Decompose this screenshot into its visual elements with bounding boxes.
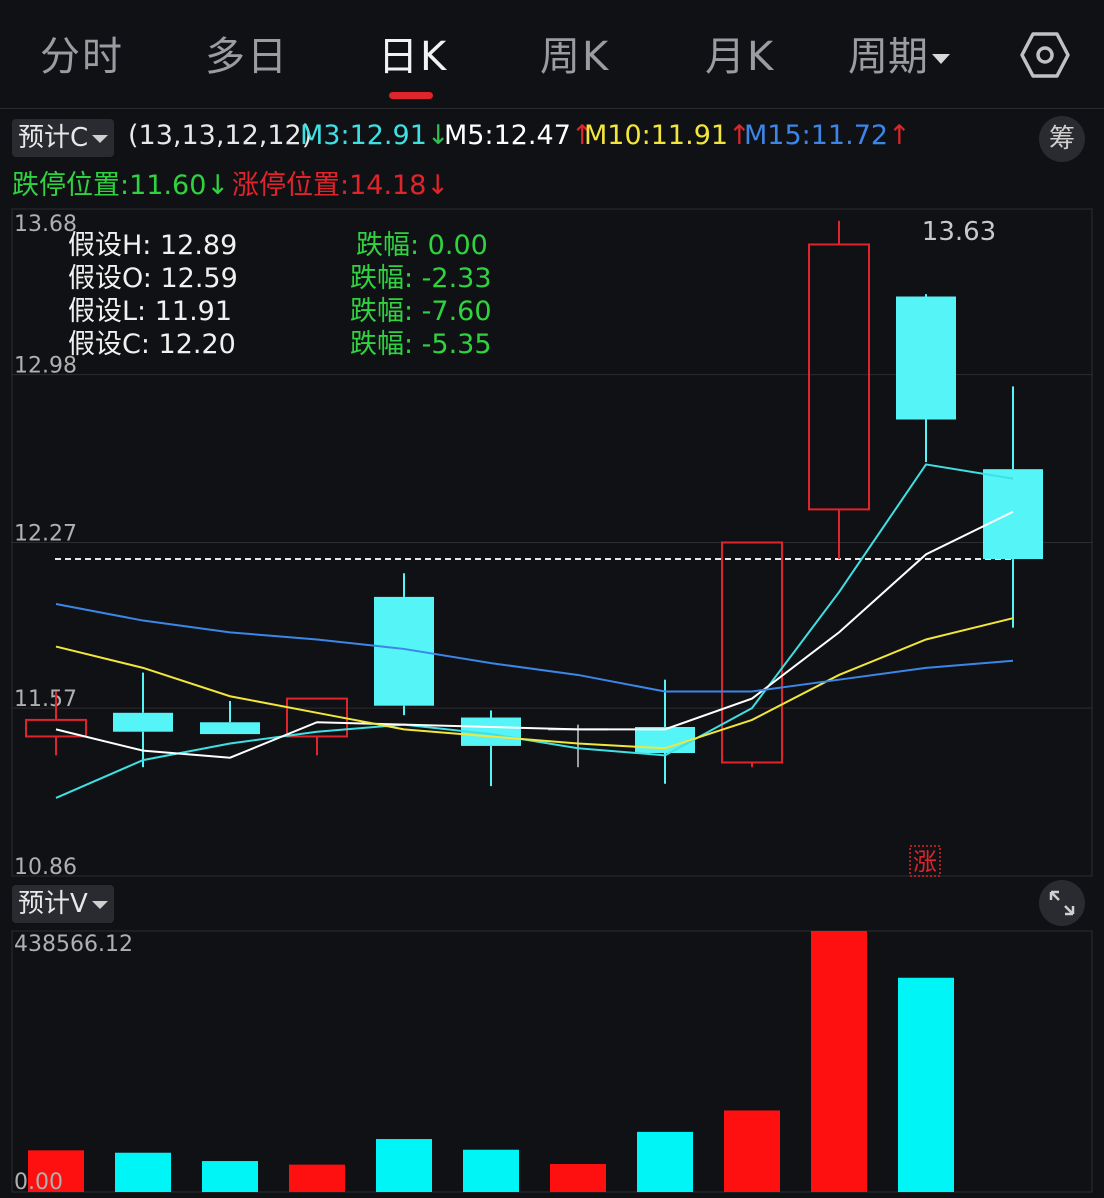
max-price-label: 13.63 [922,217,996,247]
candle-body[interactable] [808,243,870,511]
volume-bar[interactable] [637,1131,693,1192]
volume-tick-label: 0.00 [14,1170,63,1195]
volume-indicator-label: 预计V [18,889,88,919]
volume-bar[interactable] [376,1139,432,1192]
volume-bar[interactable] [463,1149,519,1192]
candle-body[interactable] [721,541,783,764]
candle-body[interactable] [983,469,1043,560]
candle-body[interactable] [200,722,260,735]
ma-line-m3 [55,463,1014,799]
expand-arrows-icon [1049,890,1075,916]
volume-bar[interactable] [550,1164,606,1192]
volume-indicator-selector[interactable]: 预计V [12,885,114,923]
volume-tick-label: 438566.12 [14,932,133,957]
price-tick-label: 11.57 [14,687,77,712]
price-tick-label: 12.27 [14,522,77,547]
volume-bar[interactable] [202,1161,258,1192]
volume-bar[interactable] [115,1152,171,1192]
volume-bar[interactable] [289,1164,345,1192]
kline-chart[interactable]: 13.6812.9812.2711.5710.8613.63涨438566.12… [0,0,1104,1198]
expand-chart-button[interactable] [1039,880,1085,926]
candle-body[interactable] [374,596,434,706]
price-tick-label: 10.86 [14,855,77,880]
volume-bar[interactable] [811,931,867,1192]
candle-body[interactable] [896,296,956,420]
volume-bar[interactable] [898,977,954,1192]
hypothesis-close: 假设C: 12.20 [68,329,236,360]
volume-bar[interactable] [724,1110,780,1192]
limit-up-tag: 涨 [913,848,937,876]
hypothesis-close-change: 跌幅: -5.35 [350,329,492,360]
ma-line-m15 [55,603,1014,693]
candle-body[interactable] [113,712,173,732]
chevron-down-icon [91,900,108,909]
